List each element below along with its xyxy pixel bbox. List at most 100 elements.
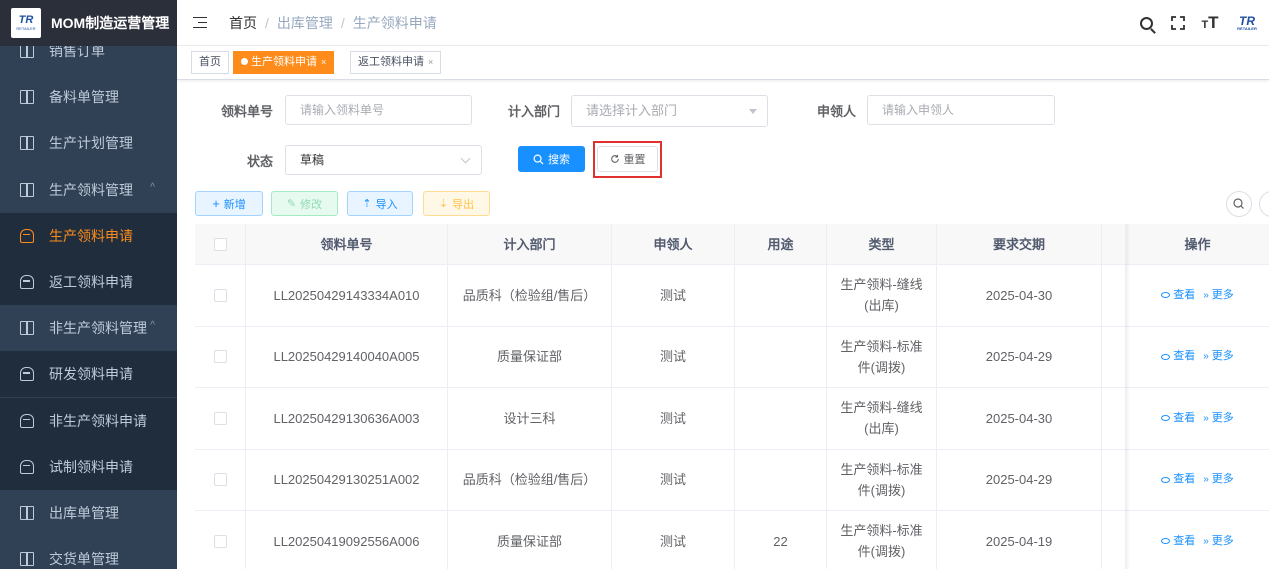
type-line: 件(调拨): [857, 544, 906, 560]
search-button-label: 搜索: [548, 154, 570, 166]
status-select[interactable]: 草稿: [285, 145, 482, 175]
purpose-cell: [735, 388, 827, 449]
upload-icon: ⇡: [362, 198, 372, 210]
select-all-checkbox[interactable]: [213, 237, 227, 251]
more-link[interactable]: » 更多: [1195, 469, 1234, 490]
row-checkbox[interactable]: [213, 288, 227, 302]
actions-cell: 查看» 更多: [1126, 388, 1269, 449]
table-row: LL20250429130636A003 设计三科 测试 生产领料-缝线 (出库) 202…: [195, 388, 1269, 450]
more-link[interactable]: » 更多: [1195, 531, 1234, 552]
order-no-cell: LL20250429143334A010: [246, 265, 448, 326]
table-row: LL20250419092556A006 质量保证部 测试 22 生产领料-标准 件(调拨…: [195, 511, 1269, 569]
sidebar-item-nonproduction-picking[interactable]: 非生产领料管理 ^: [0, 305, 177, 351]
edit-button[interactable]: ✎ 修改: [271, 191, 338, 216]
column-header[interactable]: 申领人: [612, 224, 735, 264]
sidebar-item-delivery-order[interactable]: 交货单管理: [0, 536, 177, 569]
sidebar-item-production-plan[interactable]: 生产计划管理: [0, 120, 177, 166]
sidebar-item-production-picking[interactable]: 生产领料管理 ^: [0, 167, 177, 213]
view-link[interactable]: 查看: [1161, 285, 1195, 306]
refresh-table-button[interactable]: [1259, 191, 1269, 217]
view-link[interactable]: 查看: [1161, 531, 1195, 552]
department-cell: 质量保证部: [448, 511, 612, 569]
tag-label: 返工领料申请: [358, 56, 424, 68]
type-line: (出库): [864, 421, 899, 437]
sidebar-item-material-prep[interactable]: 备料单管理: [0, 74, 177, 120]
type-line: 生产领料-缝线: [840, 277, 923, 293]
book-icon: [20, 182, 34, 197]
tag-production-picking-apply[interactable]: 生产领料申请 ×: [233, 51, 335, 74]
breadcrumb-home[interactable]: 首页: [229, 13, 257, 33]
applicant-input[interactable]: 请输入申领人: [867, 95, 1055, 125]
view-link-label: 查看: [1173, 411, 1196, 424]
row-checkbox[interactable]: [213, 534, 227, 548]
sidebar-item-rd-picking-apply[interactable]: 研发领料申请: [0, 351, 177, 398]
column-header[interactable]: 要求交期: [937, 224, 1102, 264]
order-no-input[interactable]: 请输入领料单号: [285, 95, 472, 125]
overflow-cell: [1102, 265, 1126, 326]
due-date-cell: 2025-04-30: [937, 388, 1102, 449]
eye-icon: [1161, 292, 1171, 299]
sidebar-item-label: 生产计划管理: [49, 135, 133, 152]
sidebar-item-nonproduction-picking-apply[interactable]: 非生产领料申请: [0, 397, 177, 444]
type-line: 件(调拨): [857, 482, 906, 498]
export-button[interactable]: ⇣ 导出: [423, 191, 490, 216]
font-size-icon[interactable]: TT: [1195, 0, 1225, 46]
search-icon[interactable]: [1131, 0, 1161, 46]
table-row: LL20250429140040A005 质量保证部 测试 生产领料-标准 件(调拨) 2…: [195, 326, 1269, 388]
top-navbar: 首页 / 出库管理 / 生产领料申请 TT TR RETAILER: [177, 0, 1269, 46]
view-link[interactable]: 查看: [1161, 346, 1195, 367]
view-link-label: 查看: [1173, 350, 1196, 363]
tag-home[interactable]: 首页: [191, 51, 229, 74]
row-checkbox-cell: [195, 511, 246, 569]
sidebar-item-production-picking-apply[interactable]: 生产领料申请: [0, 212, 177, 259]
sidebar-item-rework-picking-apply[interactable]: 返工领料申请: [0, 259, 177, 305]
sidebar-item-label: 非生产领料申请: [49, 412, 147, 429]
hamburger-icon[interactable]: [193, 16, 207, 29]
font-size-large-t: T: [1208, 13, 1219, 32]
breadcrumb-outbound: 出库管理: [276, 14, 333, 31]
import-button[interactable]: ⇡ 导入: [347, 191, 413, 216]
view-link-label: 查看: [1173, 473, 1196, 486]
row-checkbox[interactable]: [213, 473, 227, 487]
department-select[interactable]: 请选择计入部门: [571, 95, 768, 127]
close-icon[interactable]: ×: [321, 57, 326, 67]
double-chevron-right-icon: »: [1203, 351, 1209, 363]
purpose-cell: [735, 449, 827, 510]
close-icon[interactable]: ×: [428, 57, 433, 67]
add-button[interactable]: + 新增: [195, 191, 263, 216]
tag-rework-picking-apply[interactable]: 返工领料申请 ×: [350, 51, 442, 74]
view-link[interactable]: 查看: [1161, 408, 1195, 429]
column-header[interactable]: 领料单号: [246, 224, 448, 264]
view-link[interactable]: 查看: [1161, 469, 1195, 490]
column-header[interactable]: 用途: [735, 224, 827, 264]
chevron-down-icon: [460, 153, 471, 164]
sidebar-item-outbound-order[interactable]: 出库单管理: [0, 490, 177, 536]
applicant-cell: 测试: [612, 265, 735, 326]
sidebar-item-label: 研发领料申请: [49, 366, 133, 383]
brand-logo[interactable]: TR RETAILER: [1227, 0, 1267, 46]
search-button[interactable]: 搜索: [518, 146, 585, 172]
status-label: 状态: [246, 154, 273, 169]
double-chevron-right-icon: »: [1203, 474, 1209, 486]
more-link[interactable]: » 更多: [1195, 285, 1234, 306]
sidebar-logo-bar[interactable]: TR RETAILER MOM制造运营管理: [0, 0, 177, 46]
more-link[interactable]: » 更多: [1195, 408, 1234, 429]
type-cell: 生产领料-缝线 (出库): [827, 388, 937, 449]
due-date-cell: 2025-04-29: [937, 449, 1102, 510]
column-header[interactable]: 计入部门: [448, 224, 612, 264]
view-link-label: 查看: [1173, 288, 1196, 301]
search-icon: [1233, 198, 1244, 209]
book-icon: [20, 506, 34, 520]
app-title: MOM制造运营管理: [51, 15, 170, 31]
more-link[interactable]: » 更多: [1195, 346, 1234, 367]
row-checkbox[interactable]: [213, 411, 227, 425]
eye-icon: [1161, 476, 1171, 483]
sidebar-item-label: 试制领料申请: [49, 458, 133, 475]
toggle-search-button[interactable]: [1226, 191, 1252, 217]
type-line: (出库): [864, 298, 899, 314]
fullscreen-icon[interactable]: [1163, 0, 1193, 46]
table-row: LL20250429143334A010 品质科（检验组/售后） 测试 生产领料-缝线…: [195, 265, 1269, 327]
column-header[interactable]: 类型: [827, 224, 937, 264]
row-checkbox[interactable]: [213, 350, 227, 364]
sidebar-item-trial-picking-apply[interactable]: 试制领料申请: [0, 443, 177, 490]
